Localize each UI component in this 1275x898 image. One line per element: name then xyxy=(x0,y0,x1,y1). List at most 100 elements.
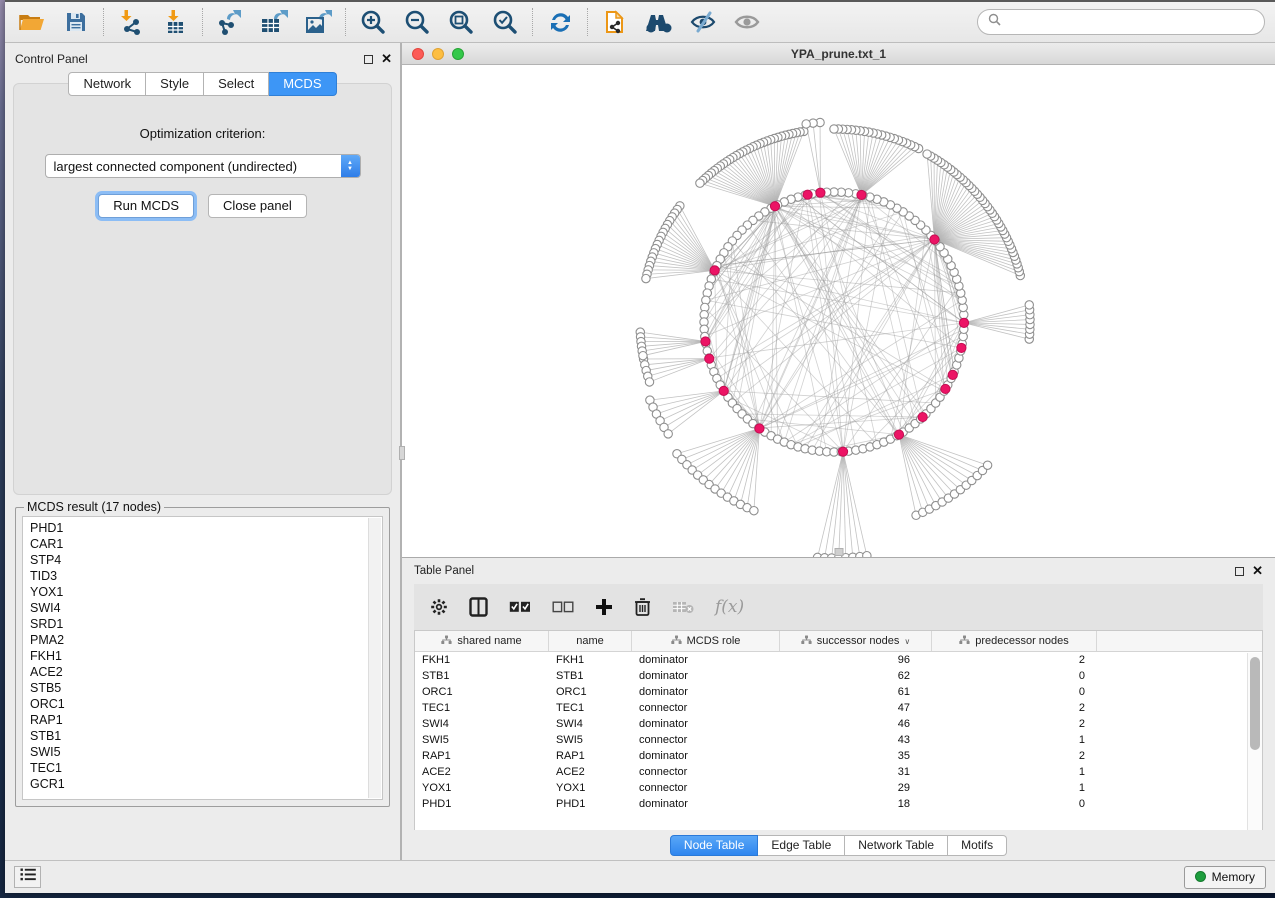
column-header-name[interactable]: name xyxy=(549,631,632,651)
mcds-result-item[interactable]: FKH1 xyxy=(30,648,382,664)
mcds-node[interactable] xyxy=(755,424,764,433)
mcds-node[interactable] xyxy=(710,266,719,275)
mcds-node[interactable] xyxy=(930,235,939,244)
network-node[interactable] xyxy=(802,120,810,128)
first-neighbors-button[interactable] xyxy=(644,7,674,37)
network-node[interactable] xyxy=(923,150,931,158)
apply-layout-button[interactable] xyxy=(545,7,575,37)
mcds-node[interactable] xyxy=(838,447,847,456)
table-row[interactable]: FKH1FKH1dominator962 xyxy=(415,652,1262,668)
table-row[interactable]: SWI5SWI5connector431 xyxy=(415,732,1262,748)
network-node[interactable] xyxy=(830,125,838,133)
table-scrollbar-thumb[interactable] xyxy=(1250,657,1260,750)
memory-button[interactable]: Memory xyxy=(1184,866,1266,889)
mcds-result-item[interactable]: SRD1 xyxy=(30,616,382,632)
zoom-selected-button[interactable] xyxy=(490,7,520,37)
network-node[interactable] xyxy=(645,378,653,386)
network-node[interactable] xyxy=(642,274,650,282)
network-splitter-handle[interactable] xyxy=(834,548,843,556)
show-columns-button[interactable] xyxy=(469,597,488,617)
run-mcds-button[interactable]: Run MCDS xyxy=(98,194,194,218)
export-image-button[interactable] xyxy=(303,7,333,37)
save-session-button[interactable] xyxy=(61,7,91,37)
mcds-result-item[interactable]: TEC1 xyxy=(30,760,382,776)
float-panel-icon[interactable] xyxy=(364,55,373,64)
network-node[interactable] xyxy=(863,552,871,557)
import-table-button[interactable] xyxy=(160,7,190,37)
close-panel-icon[interactable]: ✕ xyxy=(381,54,392,64)
mcds-result-item[interactable]: STB5 xyxy=(30,680,382,696)
zoom-in-button[interactable] xyxy=(358,7,388,37)
show-all-button[interactable] xyxy=(732,7,762,37)
table-row[interactable]: TEC1TEC1connector472 xyxy=(415,700,1262,716)
zoom-out-button[interactable] xyxy=(402,7,432,37)
hide-selected-button[interactable] xyxy=(688,7,718,37)
create-column-button[interactable] xyxy=(595,598,613,616)
mcds-result-item[interactable]: CAR1 xyxy=(30,536,382,552)
node-table[interactable]: shared namenameMCDS rolesuccessor nodes∨… xyxy=(414,630,1263,830)
tab-network[interactable]: Network xyxy=(68,72,146,96)
task-history-button[interactable] xyxy=(14,866,41,888)
export-network-button[interactable] xyxy=(215,7,245,37)
table-row[interactable]: RAP1RAP1dominator352 xyxy=(415,748,1262,764)
tab-select[interactable]: Select xyxy=(204,72,269,96)
mcds-node[interactable] xyxy=(857,190,866,199)
mcds-node[interactable] xyxy=(719,386,728,395)
new-network-from-selection-button[interactable] xyxy=(600,7,630,37)
mcds-node[interactable] xyxy=(705,354,714,363)
mcds-node[interactable] xyxy=(701,337,710,346)
column-header-predecessor-nodes[interactable]: predecessor nodes xyxy=(932,631,1097,651)
mcds-result-item[interactable]: SWI4 xyxy=(30,600,382,616)
delete-columns-button[interactable] xyxy=(634,597,651,617)
column-header-shared-name[interactable]: shared name xyxy=(415,631,549,651)
table-row[interactable]: ORC1ORC1dominator610 xyxy=(415,684,1262,700)
network-search-field[interactable] xyxy=(977,9,1265,35)
table-row[interactable]: SWI4SWI4dominator462 xyxy=(415,716,1262,732)
network-node[interactable] xyxy=(750,507,758,515)
network-node[interactable] xyxy=(1025,301,1033,309)
mcds-node[interactable] xyxy=(959,318,968,327)
mcds-result-item[interactable]: YOX1 xyxy=(30,584,382,600)
close-panel-button[interactable]: Close panel xyxy=(208,194,307,218)
float-panel-icon[interactable] xyxy=(1235,567,1244,576)
network-window-titlebar[interactable]: YPA_prune.txt_1 xyxy=(402,43,1275,65)
table-scrollbar[interactable] xyxy=(1247,653,1262,830)
mcds-node[interactable] xyxy=(948,370,957,379)
mcds-node[interactable] xyxy=(918,412,927,421)
table-row[interactable]: ACE2ACE2connector311 xyxy=(415,764,1262,780)
mcds-result-item[interactable]: PHD1 xyxy=(30,520,382,536)
network-node[interactable] xyxy=(696,179,704,187)
open-session-button[interactable] xyxy=(17,7,47,37)
mcds-node[interactable] xyxy=(957,343,966,352)
mcds-node[interactable] xyxy=(770,202,779,211)
tab-edge-table[interactable]: Edge Table xyxy=(758,835,845,856)
mcds-node[interactable] xyxy=(941,384,950,393)
mcds-result-list[interactable]: PHD1CAR1STP4TID3YOX1SWI4SRD1PMA2FKH1ACE2… xyxy=(22,516,383,800)
mcds-node[interactable] xyxy=(803,190,812,199)
select-all-columns-button[interactable] xyxy=(509,601,531,613)
function-builder-button[interactable]: f(x) xyxy=(715,597,744,617)
import-network-button[interactable] xyxy=(116,7,146,37)
mcds-node[interactable] xyxy=(816,188,825,197)
mcds-result-item[interactable]: SWI5 xyxy=(30,744,382,760)
tab-network-table[interactable]: Network Table xyxy=(845,835,948,856)
mcds-result-item[interactable]: TID3 xyxy=(30,568,382,584)
network-node[interactable] xyxy=(983,461,991,469)
mcds-node[interactable] xyxy=(894,430,903,439)
network-node[interactable] xyxy=(639,351,647,359)
mcds-result-item[interactable]: RAP1 xyxy=(30,712,382,728)
delete-table-button[interactable] xyxy=(672,600,694,614)
zoom-fit-button[interactable] xyxy=(446,7,476,37)
mcds-result-item[interactable]: STB1 xyxy=(30,728,382,744)
mcds-result-item[interactable]: PMA2 xyxy=(30,632,382,648)
network-canvas[interactable] xyxy=(402,65,1275,557)
table-row[interactable]: STB1STB1dominator620 xyxy=(415,668,1262,684)
unselect-all-columns-button[interactable] xyxy=(552,601,574,613)
mcds-result-item[interactable]: GCR1 xyxy=(30,776,382,792)
column-header-MCDS-role[interactable]: MCDS role xyxy=(632,631,780,651)
network-node[interactable] xyxy=(664,430,672,438)
tab-style[interactable]: Style xyxy=(146,72,204,96)
optimization-criterion-dropdown[interactable]: largest connected component (undirected)… xyxy=(45,154,361,178)
export-table-button[interactable] xyxy=(259,7,289,37)
column-header-successor-nodes[interactable]: successor nodes∨ xyxy=(780,631,932,651)
